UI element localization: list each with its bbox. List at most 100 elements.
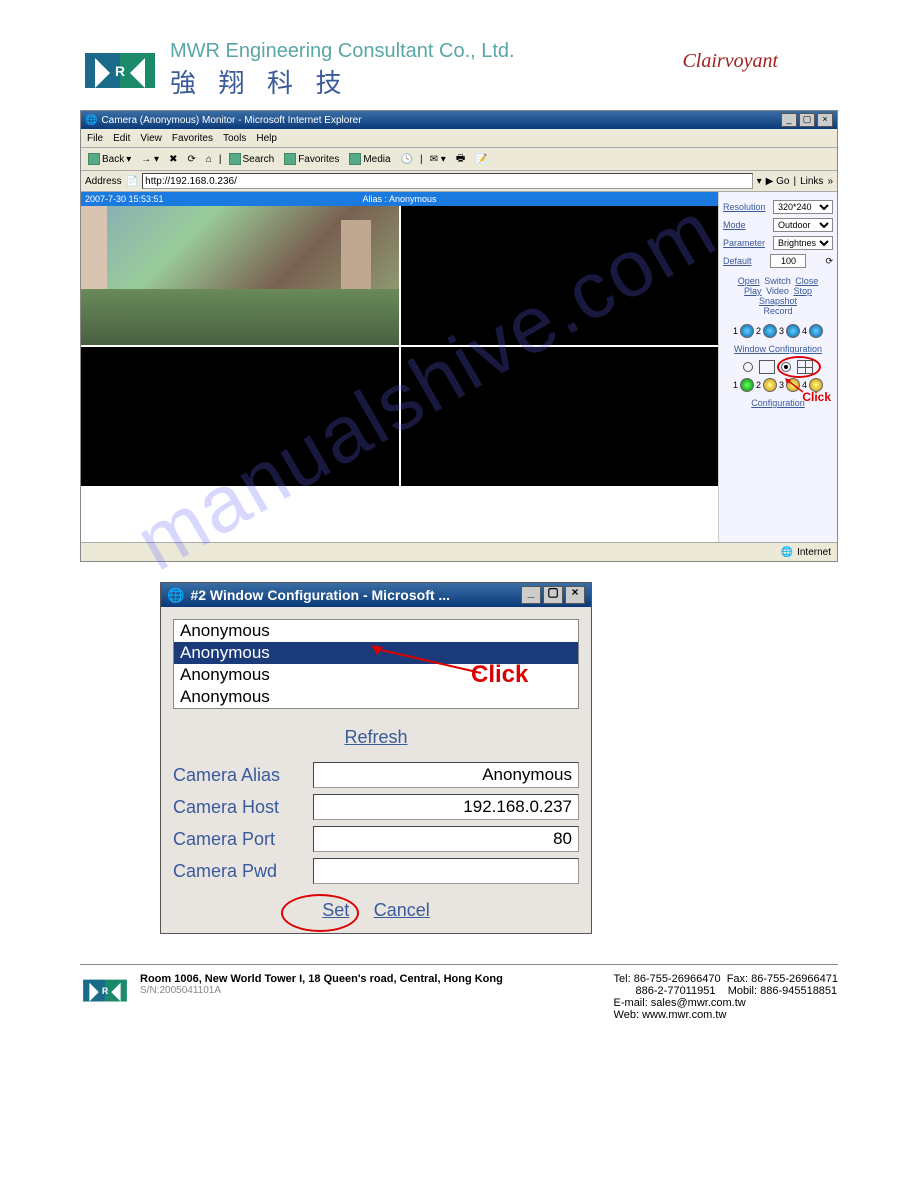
- search-button[interactable]: Search: [226, 153, 278, 165]
- dialog-maximize-button[interactable]: ▢: [543, 586, 563, 604]
- video-cell-3[interactable]: [81, 347, 399, 486]
- ie-icon: 🌐: [167, 587, 184, 604]
- browser-title: Camera (Anonymous) Monitor - Microsoft I…: [101, 115, 361, 126]
- camera-alias-label: Camera Alias: [173, 765, 313, 786]
- company-logo: R: [80, 43, 160, 98]
- set-button[interactable]: Set: [322, 900, 349, 920]
- layout-grid-radio[interactable]: [781, 362, 791, 372]
- refresh-button[interactable]: ⟳: [184, 154, 198, 165]
- links-button[interactable]: Links: [800, 176, 823, 187]
- footer-fax: Fax: 86-755-26966471: [727, 973, 838, 985]
- video-cell-1[interactable]: [81, 206, 399, 345]
- close-button[interactable]: ×: [817, 113, 833, 127]
- address-label: Address: [85, 176, 122, 187]
- back-button[interactable]: Back ▾: [85, 153, 134, 165]
- cfg-ch-2[interactable]: [763, 378, 777, 392]
- page-icon: 📄: [126, 176, 138, 187]
- forward-button[interactable]: → ▾: [138, 154, 162, 165]
- dialog-titlebar: 🌐 #2 Window Configuration - Microsoft ..…: [161, 583, 591, 607]
- menu-view[interactable]: View: [140, 133, 162, 144]
- favorites-button[interactable]: Favorites: [281, 153, 342, 165]
- footer-sn: S/N:2005041101A: [140, 985, 503, 996]
- stop-button[interactable]: ✖: [166, 154, 180, 165]
- address-input[interactable]: [142, 173, 752, 189]
- history-button[interactable]: 🕓: [398, 154, 416, 165]
- footer-email: E-mail: sales@mwr.com.tw: [614, 997, 838, 1009]
- camera-port-input[interactable]: [313, 826, 579, 852]
- footer-logo: R: [80, 973, 130, 1008]
- timestamp: 2007-7-30 15:53:51: [85, 194, 295, 204]
- window-config-dialog: 🌐 #2 Window Configuration - Microsoft ..…: [160, 582, 592, 934]
- default-input[interactable]: [770, 254, 806, 268]
- footer-tel: Tel: 86-755-26966470: [614, 973, 721, 985]
- page-header: R MWR Engineering Consultant Co., Ltd. 強…: [80, 40, 838, 100]
- dialog-close-button[interactable]: ×: [565, 586, 585, 604]
- record-channels: 1 2 3 4: [723, 324, 833, 338]
- media-button[interactable]: Media: [346, 153, 393, 165]
- alias-header: Alias : Anonymous: [295, 194, 505, 204]
- window-config-header: Window Configuration: [723, 344, 833, 354]
- list-item[interactable]: Anonymous: [174, 686, 578, 708]
- parameter-select[interactable]: Brightness: [773, 236, 833, 250]
- rec-ch-2[interactable]: [763, 324, 777, 338]
- menu-help[interactable]: Help: [256, 133, 277, 144]
- mail-button[interactable]: ✉ ▾: [427, 154, 449, 165]
- menu-favorites[interactable]: Favorites: [172, 133, 213, 144]
- cfg-ch-1[interactable]: [740, 378, 754, 392]
- camera-pwd-input[interactable]: [313, 858, 579, 884]
- stop-link[interactable]: Stop: [793, 286, 812, 296]
- menu-tools[interactable]: Tools: [223, 133, 246, 144]
- video-cell-2[interactable]: [401, 206, 719, 345]
- video-grid: [81, 206, 718, 486]
- layout-single-radio[interactable]: [743, 362, 753, 372]
- mode-label: Mode: [723, 220, 746, 230]
- print-button[interactable]: 🖶: [453, 151, 468, 168]
- menu-file[interactable]: File: [87, 133, 103, 144]
- go-button[interactable]: ▶ Go: [766, 176, 790, 187]
- rec-ch-1[interactable]: [740, 324, 754, 338]
- video-area: 2007-7-30 15:53:51 Alias : Anonymous: [81, 192, 718, 542]
- status-zone: Internet: [797, 547, 831, 558]
- rec-ch-3[interactable]: [786, 324, 800, 338]
- rec-ch-4[interactable]: [809, 324, 823, 338]
- video-cell-4[interactable]: [401, 347, 719, 486]
- camera-host-label: Camera Host: [173, 797, 313, 818]
- svg-text:R: R: [102, 986, 109, 996]
- resolution-select[interactable]: 320*240: [773, 200, 833, 214]
- refresh-link[interactable]: Refresh: [344, 727, 407, 747]
- refresh-small-icon[interactable]: ⟳: [825, 256, 833, 267]
- company-name-zh: 強 翔 科 技: [170, 63, 515, 100]
- close-link[interactable]: Close: [795, 276, 818, 286]
- footer-tel2: 886-2-77011951: [636, 985, 716, 997]
- layout-single-icon: [759, 360, 775, 374]
- camera-host-input[interactable]: [313, 794, 579, 820]
- mode-select[interactable]: Outdoor: [773, 218, 833, 232]
- open-link[interactable]: Open: [738, 276, 760, 286]
- clairvoyant-label: Clairvoyant: [682, 50, 778, 73]
- maximize-button[interactable]: ▢: [799, 113, 815, 127]
- browser-content: 2007-7-30 15:53:51 Alias : Anonymous: [81, 192, 837, 542]
- back-icon: [88, 153, 100, 165]
- play-link[interactable]: Play: [744, 286, 762, 296]
- search-icon: [229, 153, 241, 165]
- snapshot-link[interactable]: Snapshot: [759, 296, 797, 306]
- camera-port-label: Camera Port: [173, 829, 313, 850]
- minimize-button[interactable]: _: [781, 113, 797, 127]
- dialog-title: #2 Window Configuration - Microsoft ...: [190, 587, 450, 603]
- footer-web: Web: www.mwr.com.tw: [614, 1009, 838, 1021]
- menu-edit[interactable]: Edit: [113, 133, 130, 144]
- camera-alias-input[interactable]: [313, 762, 579, 788]
- cancel-button[interactable]: Cancel: [374, 900, 430, 920]
- menubar: File Edit View Favorites Tools Help: [81, 129, 837, 148]
- list-item[interactable]: Anonymous: [174, 620, 578, 642]
- record-text: Record: [763, 306, 792, 316]
- star-icon: [284, 153, 296, 165]
- home-button[interactable]: ⌂: [203, 154, 215, 165]
- click-annotation-2: Click: [471, 661, 528, 689]
- configuration-link[interactable]: Configuration: [751, 398, 805, 408]
- dialog-minimize-button[interactable]: _: [521, 586, 541, 604]
- address-bar: Address 📄 ▾ ▶ Go | Links »: [81, 171, 837, 192]
- edit-button[interactable]: 📝: [472, 154, 490, 165]
- video-text: Video: [766, 286, 789, 296]
- toolbar: Back ▾ → ▾ ✖ ⟳ ⌂ | Search Favorites Medi…: [81, 148, 837, 171]
